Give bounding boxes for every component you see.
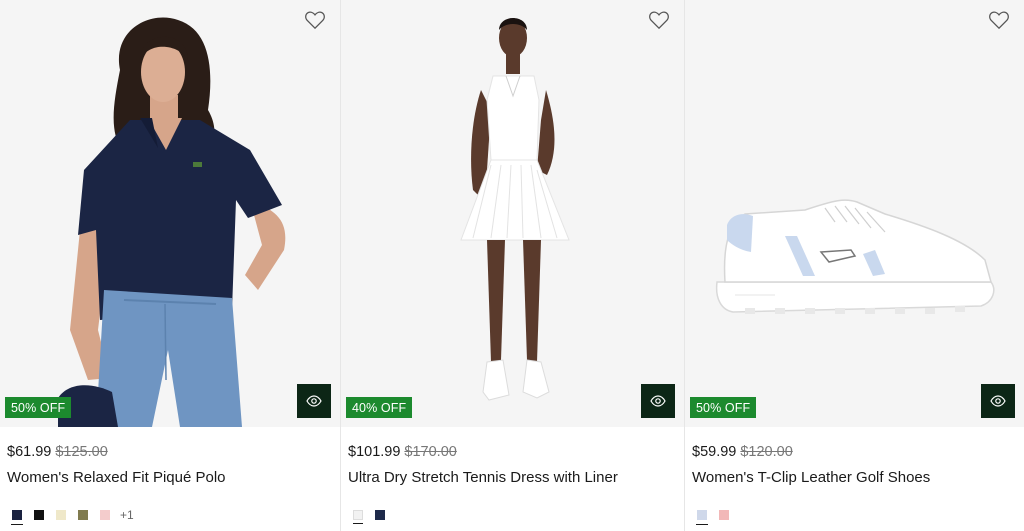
color-swatch[interactable]: [11, 510, 23, 525]
product-info: $101.99 $170.00 Ultra Dry Stretch Tennis…: [341, 427, 684, 524]
discount-badge: 50% OFF: [690, 397, 757, 418]
color-swatch[interactable]: [78, 510, 88, 520]
product-name-link[interactable]: Women's Relaxed Fit Piqué Polo: [7, 468, 333, 488]
model-in-navy-polo-image: [58, 17, 286, 427]
price-row: $59.99 $120.00: [692, 442, 1017, 462]
sale-price: $101.99: [348, 444, 401, 460]
product-image[interactable]: 50% OFF: [0, 0, 340, 427]
product-grid: 50% OFF $61.99 $125.00 Women's Relaxed F…: [0, 0, 1024, 531]
color-swatch[interactable]: [719, 510, 729, 520]
color-swatch[interactable]: [696, 510, 708, 525]
eye-icon: [990, 395, 1006, 407]
sale-price: $61.99: [7, 444, 52, 460]
original-price: $170.00: [404, 444, 457, 460]
sale-price: $59.99: [692, 444, 737, 460]
price-row: $101.99 $170.00: [348, 442, 677, 462]
discount-badge: 50% OFF: [5, 397, 72, 418]
product-card[interactable]: 40% OFF $101.99 $170.00 Ultra Dry Stretc…: [341, 0, 685, 531]
discount-badge: 40% OFF: [346, 397, 413, 418]
quick-view-button[interactable]: [297, 384, 331, 418]
white-golf-shoe-image: [715, 199, 995, 314]
eye-icon: [650, 395, 666, 407]
heart-icon[interactable]: [648, 10, 670, 30]
original-price: $120.00: [740, 444, 793, 460]
color-swatch[interactable]: [353, 510, 363, 524]
quick-view-button[interactable]: [981, 384, 1015, 418]
color-swatches: [348, 506, 677, 524]
product-name-link[interactable]: Women's T-Clip Leather Golf Shoes: [692, 468, 1017, 488]
heart-icon[interactable]: [304, 10, 326, 30]
price-row: $61.99 $125.00: [7, 442, 333, 462]
color-swatch[interactable]: [100, 510, 110, 520]
original-price: $125.00: [55, 444, 108, 460]
eye-icon: [306, 395, 322, 407]
product-info: $61.99 $125.00 Women's Relaxed Fit Piqué…: [0, 427, 340, 525]
color-swatch[interactable]: [375, 510, 385, 520]
more-colors-count[interactable]: +1: [120, 508, 134, 522]
product-info: $59.99 $120.00 Women's T-Clip Leather Go…: [685, 427, 1024, 525]
color-swatch[interactable]: [34, 510, 44, 520]
color-swatches: +1: [7, 506, 333, 525]
model-in-white-tennis-dress-image: [460, 18, 570, 401]
quick-view-button[interactable]: [641, 384, 675, 418]
product-card[interactable]: 50% OFF $59.99 $120.00 Women's T-Clip Le…: [685, 0, 1024, 531]
product-card[interactable]: 50% OFF $61.99 $125.00 Women's Relaxed F…: [0, 0, 341, 531]
color-swatch[interactable]: [56, 510, 66, 520]
product-image[interactable]: 50% OFF: [685, 0, 1024, 427]
product-name-link[interactable]: Ultra Dry Stretch Tennis Dress with Line…: [348, 468, 677, 488]
heart-icon[interactable]: [988, 10, 1010, 30]
product-image[interactable]: 40% OFF: [341, 0, 684, 427]
color-swatches: [692, 506, 1017, 525]
